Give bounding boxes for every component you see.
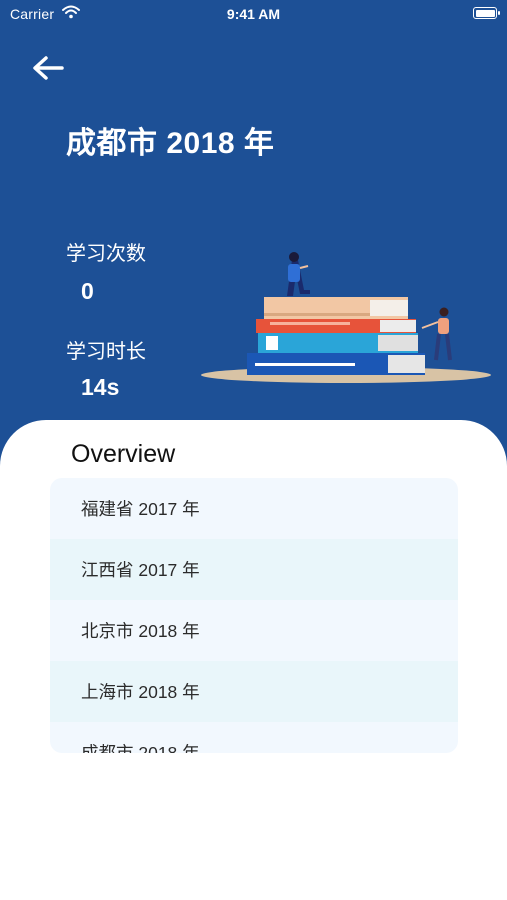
books-illustration bbox=[200, 250, 495, 390]
list-item[interactable]: 江西省 2017 年 bbox=[50, 539, 458, 600]
study-time-value: 14s bbox=[81, 374, 120, 400]
study-count-value: 0 bbox=[81, 278, 94, 304]
screen: Carrier 9:41 AM 成都市 2018 年 学习次数 0 学习时长 1… bbox=[0, 0, 507, 900]
overview-title: Overview bbox=[71, 440, 176, 468]
study-count-label: 学习次数 bbox=[66, 243, 146, 265]
list-item[interactable]: 福建省 2017 年 bbox=[50, 478, 458, 539]
list-item-label: 北京市 2018 年 bbox=[81, 621, 200, 641]
list-item[interactable]: 上海市 2018 年 bbox=[50, 661, 458, 722]
list-item-label: 福建省 2017 年 bbox=[81, 499, 200, 519]
status-bar: Carrier 9:41 AM bbox=[0, 0, 507, 30]
page-title: 成都市 2018 年 bbox=[66, 127, 275, 160]
back-arrow-icon bbox=[33, 56, 64, 80]
list-item-label: 江西省 2017 年 bbox=[81, 560, 200, 580]
list-item-label: 上海市 2018 年 bbox=[81, 682, 200, 702]
study-time-label: 学习时长 bbox=[66, 341, 146, 363]
list-item-label: 成都市 2018 年 bbox=[81, 743, 200, 753]
battery-icon bbox=[473, 7, 500, 19]
list-item[interactable]: 成都市 2018 年 bbox=[50, 722, 458, 753]
list-item[interactable]: 北京市 2018 年 bbox=[50, 600, 458, 661]
back-button[interactable] bbox=[30, 52, 66, 84]
overview-list[interactable]: 福建省 2017 年 江西省 2017 年 北京市 2018 年 上海市 201… bbox=[50, 478, 458, 753]
status-time: 9:41 AM bbox=[226, 6, 281, 22]
